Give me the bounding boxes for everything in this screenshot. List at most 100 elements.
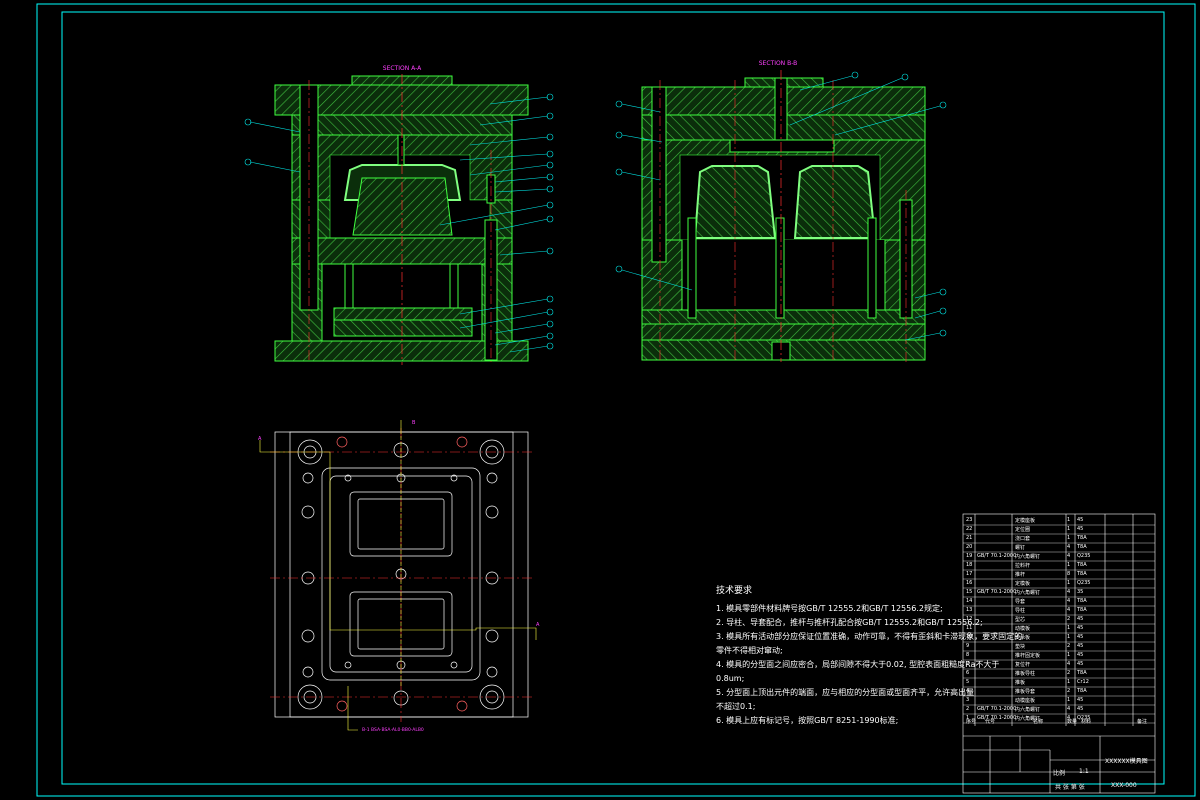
parts-row: 13 导柱 4 T8A bbox=[963, 606, 1155, 615]
parts-cell-name: 型芯 bbox=[1015, 617, 1026, 623]
parts-cell-no: 21 bbox=[966, 535, 973, 541]
parts-cell-qty: 4 bbox=[1067, 553, 1071, 559]
parts-cell-name: 定位圈 bbox=[1015, 527, 1031, 533]
parts-row: 5 推板 1 Cr12 bbox=[963, 678, 1155, 687]
parts-row: 10 支承板 1 45 bbox=[963, 633, 1155, 642]
technical-requirements: 技术要求 1. 模具零部件材料牌号按GB/T 12555.2和GB/T 1255… bbox=[716, 584, 1023, 728]
parts-cell-name: 浇口套 bbox=[1015, 536, 1031, 542]
parts-cell-qty: 2 bbox=[1067, 670, 1071, 676]
parts-row: 21 浇口套 1 T8A bbox=[963, 534, 1155, 543]
parts-row: 15 GB/T 70.1-2000 内六角螺钉 4 35 bbox=[963, 588, 1155, 597]
scale-label: 比例 bbox=[1053, 770, 1066, 777]
parts-cell-qty: 4 bbox=[1067, 607, 1071, 613]
scale-value: 1:1 bbox=[1079, 768, 1089, 775]
parts-row: 18 拉料杆 1 T8A bbox=[963, 561, 1155, 570]
title-block: 23 定模座板 1 45 22 定位圈 1 45 21 浇口套 1 T8A 20 螺钉 4 T8A 19 GB/T… bbox=[963, 514, 1155, 793]
parts-cell-code: GB/T 70.1-2000 bbox=[977, 706, 1017, 712]
plan-view bbox=[274, 431, 529, 718]
parts-cell-no: 19 bbox=[966, 553, 973, 559]
drawing-name: XXXXXX模具图 bbox=[1105, 758, 1148, 765]
parts-cell-mat: 45 bbox=[1077, 652, 1084, 658]
parts-cell-name: 推板导套 bbox=[1015, 689, 1036, 695]
parts-cell-code: GB/T 70.1-2000 bbox=[977, 553, 1017, 559]
plan-cut-label-right: A bbox=[536, 622, 540, 628]
section-b-b: SECTION B-B bbox=[615, 60, 947, 362]
parts-cell-no: 10 bbox=[966, 634, 973, 640]
parts-cell-mat: T8A bbox=[1077, 571, 1087, 577]
parts-cell-mat: 45 bbox=[1077, 697, 1084, 703]
parts-cell-mat: Q235 bbox=[1077, 580, 1091, 586]
parts-cell-mat: 45 bbox=[1077, 526, 1084, 532]
parts-cell-name: 导柱 bbox=[1015, 608, 1026, 614]
parts-cell-name: 推板 bbox=[1015, 680, 1026, 686]
parts-cell-no: 3 bbox=[966, 697, 970, 703]
parts-cell-code: GB/T 70.1-2000 bbox=[977, 589, 1017, 595]
sheet-count: 共 张 第 张 bbox=[1055, 784, 1085, 791]
parts-cell-no: 13 bbox=[966, 607, 973, 613]
parts-cell-no: 20 bbox=[966, 544, 973, 550]
plan-cut-lines bbox=[259, 420, 537, 731]
parts-cell-no: 7 bbox=[966, 661, 970, 667]
plan-centerlines bbox=[270, 428, 535, 722]
parts-row: 20 螺钉 4 T8A bbox=[963, 543, 1155, 552]
parts-row: 23 定模座板 1 45 bbox=[963, 516, 1155, 525]
parts-cell-no: 2 bbox=[966, 706, 970, 712]
parts-cell-qty: 4 bbox=[1067, 706, 1071, 712]
parts-cell-mat: 35 bbox=[1077, 589, 1084, 595]
parts-cell-name: 推杆固定板 bbox=[1015, 653, 1041, 659]
parts-row: 8 推杆固定板 1 45 bbox=[963, 651, 1155, 660]
parts-cell-name: 垫块 bbox=[1015, 644, 1026, 650]
parts-row: 22 定位圈 1 45 bbox=[963, 525, 1155, 534]
parts-cell-no: 16 bbox=[966, 580, 973, 586]
parts-cell-no: 18 bbox=[966, 562, 973, 568]
note-line: 2. 导柱、导套配合，推杆与推杆孔配合按GB/T 12555.2和GB/T 12… bbox=[716, 618, 983, 627]
parts-row: 9 垫块 2 45 bbox=[963, 642, 1155, 651]
parts-cell-name: 定模板 bbox=[1015, 581, 1031, 587]
parts-cell-qty: 1 bbox=[1067, 679, 1071, 685]
parts-cell-mat: T8A bbox=[1077, 562, 1087, 568]
parts-cell-no: 23 bbox=[966, 517, 973, 523]
parts-row: 16 定模板 1 Q235 bbox=[963, 579, 1155, 588]
note-line: 6. 模具上应有标记号，按照GB/T 8251-1990标准; bbox=[716, 716, 899, 725]
parts-row: 19 GB/T 70.1-2000 内六角螺钉 4 Q235 bbox=[963, 552, 1155, 561]
header-name: 名称 bbox=[1033, 719, 1044, 725]
parts-cell-no: 12 bbox=[966, 616, 973, 622]
parts-cell-name: 定模座板 bbox=[1015, 518, 1036, 524]
parts-row: 7 复位杆 4 45 bbox=[963, 660, 1155, 669]
parts-cell-mat: T8A bbox=[1077, 544, 1087, 550]
parts-cell-name: 螺钉 bbox=[1015, 545, 1026, 551]
section-a-a-title: SECTION A-A bbox=[383, 65, 422, 72]
section-a-a: SECTION A-A bbox=[244, 65, 554, 365]
note-line: 3. 模具所有活动部分应保证位置准确，动作可靠，不得有歪斜和卡滞现象，要求固定的 bbox=[716, 632, 1023, 641]
note-line: 不超过0.1; bbox=[716, 702, 756, 711]
parts-cell-name: 推杆 bbox=[1015, 572, 1026, 578]
parts-cell-qty: 2 bbox=[1067, 688, 1071, 694]
parts-cell-qty: 2 bbox=[1067, 616, 1071, 622]
parts-cell-name: 内六角螺钉 bbox=[1015, 554, 1041, 560]
parts-cell-mat: 45 bbox=[1077, 661, 1084, 667]
note-line: 0.8um; bbox=[716, 674, 745, 683]
parts-cell-mat: T8A bbox=[1077, 670, 1087, 676]
parts-row: 6 推板导柱 2 T8A bbox=[963, 669, 1155, 678]
parts-cell-qty: 8 bbox=[1067, 571, 1071, 577]
parts-cell-qty: 4 bbox=[1067, 598, 1071, 604]
parts-cell-name: 支承板 bbox=[1015, 635, 1031, 641]
parts-cell-no: 11 bbox=[966, 625, 973, 631]
parts-row: 2 GB/T 70.1-2000 内六角螺钉 4 45 bbox=[963, 705, 1155, 714]
parts-cell-mat: Cr12 bbox=[1077, 679, 1089, 685]
plan-bottom-note: B-1 BSA·BSA·AL0·BB0·ALB0 bbox=[362, 727, 424, 733]
parts-cell-qty: 1 bbox=[1067, 634, 1071, 640]
parts-row: 11 动模板 1 45 bbox=[963, 624, 1155, 633]
parts-row: 17 推杆 8 T8A bbox=[963, 570, 1155, 579]
parts-cell-name: 动模座板 bbox=[1015, 698, 1036, 704]
note-line: 1. 模具零部件材料牌号按GB/T 12555.2和GB/T 12556.2规定… bbox=[716, 604, 943, 613]
drawing-number: XXX-000 bbox=[1111, 782, 1137, 789]
parts-cell-name: 内六角螺钉 bbox=[1015, 707, 1041, 713]
parts-cell-no: 22 bbox=[966, 526, 973, 532]
parts-cell-no: 15 bbox=[966, 589, 973, 595]
parts-cell-qty: 1 bbox=[1067, 562, 1071, 568]
parts-cell-mat: 45 bbox=[1077, 706, 1084, 712]
parts-cell-no: 4 bbox=[966, 688, 970, 694]
parts-cell-mat: 45 bbox=[1077, 616, 1084, 622]
parts-cell-name: 推板导柱 bbox=[1015, 671, 1036, 677]
